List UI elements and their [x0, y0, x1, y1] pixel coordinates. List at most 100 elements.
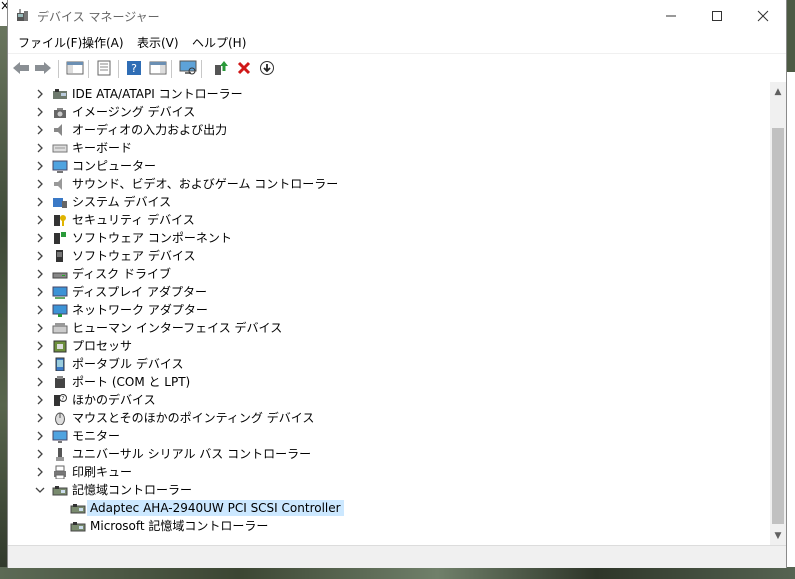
chevron-right-icon[interactable] — [34, 213, 46, 227]
tree-category[interactable]: IDE ATA/ATAPI コントローラー — [8, 85, 770, 103]
tree-category[interactable]: ポータブル デバイス — [8, 355, 770, 373]
tree-category[interactable]: ポート (COM と LPT) — [8, 373, 770, 391]
uninstall-device-icon[interactable] — [234, 58, 254, 78]
tree-category[interactable]: ? ほかのデバイス — [8, 391, 770, 409]
desktop-background-right — [786, 72, 795, 567]
monitor-icon — [52, 429, 68, 443]
menu-action[interactable]: 操作(A) — [82, 34, 124, 51]
tree-category[interactable]: ヒューマン インターフェイス デバイス — [8, 319, 770, 337]
action-pane-icon[interactable] — [148, 58, 168, 78]
chevron-right-icon[interactable] — [34, 159, 46, 173]
properties-icon[interactable] — [94, 58, 114, 78]
toolbar: ? — [8, 53, 786, 83]
chevron-right-icon[interactable] — [34, 105, 46, 119]
tree-item-label: セキュリティ デバイス — [72, 213, 195, 227]
chevron-right-icon[interactable] — [34, 375, 46, 389]
storage-controller-icon — [70, 501, 86, 515]
tree-category[interactable]: ソフトウェア コンポーネント — [8, 229, 770, 247]
chevron-right-icon[interactable] — [34, 231, 46, 245]
tree-item-label: キーボード — [72, 141, 133, 155]
tree-category[interactable]: ディスク ドライブ — [8, 265, 770, 283]
desktop-background-bottom — [0, 567, 795, 579]
scroll-up-icon[interactable]: ▲ — [770, 84, 786, 100]
printer-icon — [52, 465, 68, 480]
chevron-right-icon[interactable] — [34, 447, 46, 461]
menu-file[interactable]: ファイル(F) — [18, 34, 82, 51]
chevron-right-icon[interactable] — [34, 393, 46, 407]
processor-icon — [52, 339, 68, 353]
tree-item-label: イメージング デバイス — [72, 105, 196, 119]
tree-category[interactable]: マウスとそのほかのポインティング デバイス — [8, 409, 770, 427]
tree-item-label: モニター — [72, 429, 121, 443]
vertical-scrollbar[interactable]: ▲ ▼ — [770, 82, 786, 545]
download-driver-icon[interactable] — [257, 58, 277, 78]
tree-category[interactable]: プロセッサ — [8, 337, 770, 355]
port-icon — [52, 375, 68, 389]
chevron-right-icon[interactable] — [34, 267, 46, 281]
device-tree[interactable]: IDE ATA/ATAPI コントローラーイメージング デバイスオーディオの入力… — [8, 82, 770, 545]
tree-item-label: ディスク ドライブ — [72, 267, 171, 281]
chevron-right-icon[interactable] — [34, 321, 46, 335]
tree-item-label: Microsoft 記憶域コントローラー — [90, 519, 269, 533]
chevron-right-icon[interactable] — [34, 429, 46, 443]
minimize-button[interactable] — [648, 0, 694, 31]
computer-icon — [52, 159, 68, 173]
back-arrow-icon[interactable] — [11, 58, 31, 78]
tree-category[interactable]: モニター — [8, 427, 770, 445]
tree-item-label: ポート (COM と LPT) — [72, 375, 191, 389]
menu-bar: ファイル(F) 操作(A) 表示(V) ヘルプ(H) — [8, 31, 786, 53]
system-device-icon — [52, 195, 68, 209]
tree-category[interactable]: ソフトウェア デバイス — [8, 247, 770, 265]
tree-category[interactable]: ユニバーサル シリアル バス コントローラー — [8, 445, 770, 463]
toolbar-separator — [88, 60, 89, 78]
tree-category[interactable]: サウンド、ビデオ、およびゲーム コントローラー — [8, 175, 770, 193]
chevron-right-icon[interactable] — [34, 465, 46, 479]
chevron-down-icon[interactable] — [34, 483, 46, 497]
forward-arrow-icon[interactable] — [33, 58, 53, 78]
scrollbar-thumb[interactable] — [772, 128, 784, 524]
chevron-right-icon[interactable] — [34, 195, 46, 209]
tree-category[interactable]: セキュリティ デバイス — [8, 211, 770, 229]
tree-category[interactable]: ディスプレイ アダプター — [8, 283, 770, 301]
tree-device[interactable]: Microsoft 記憶域コントローラー — [8, 517, 770, 535]
storage-controller-icon — [52, 483, 68, 497]
speaker-icon — [52, 123, 68, 137]
chevron-right-icon[interactable] — [34, 285, 46, 299]
help-icon[interactable]: ? — [124, 58, 144, 78]
hid-icon — [52, 321, 68, 335]
tree-item-label: ソフトウェア デバイス — [72, 249, 196, 263]
maximize-button[interactable] — [694, 0, 740, 31]
tree-item-label: ユニバーサル シリアル バス コントローラー — [72, 447, 312, 461]
chevron-right-icon[interactable] — [34, 141, 46, 155]
chevron-right-icon[interactable] — [34, 123, 46, 137]
show-hide-console-tree-icon[interactable] — [65, 58, 85, 78]
tree-category[interactable]: イメージング デバイス — [8, 103, 770, 121]
scan-hardware-icon[interactable] — [178, 58, 198, 78]
chevron-right-icon[interactable] — [34, 87, 46, 101]
update-driver-icon[interactable] — [211, 58, 231, 78]
chevron-right-icon[interactable] — [34, 303, 46, 317]
tree-device[interactable]: Adaptec AHA-2940UW PCI SCSI Controller — [8, 499, 770, 517]
tree-item-label: ディスプレイ アダプター — [72, 285, 207, 299]
tree-category[interactable]: キーボード — [8, 139, 770, 157]
tree-category[interactable]: 印刷キュー — [8, 463, 770, 481]
tree-category[interactable]: ネットワーク アダプター — [8, 301, 770, 319]
title-bar[interactable]: デバイス マネージャー — [8, 0, 786, 31]
chevron-right-icon[interactable] — [34, 249, 46, 263]
usb-icon — [52, 447, 68, 461]
tree-category[interactable]: オーディオの入力および出力 — [8, 121, 770, 139]
chevron-right-icon[interactable] — [34, 357, 46, 371]
tree-item-label: ネットワーク アダプター — [72, 303, 208, 317]
chevron-right-icon[interactable] — [34, 177, 46, 191]
tree-category[interactable]: コンピューター — [8, 157, 770, 175]
scroll-down-icon[interactable]: ▼ — [770, 528, 786, 544]
chevron-right-icon[interactable] — [34, 411, 46, 425]
menu-view[interactable]: 表示(V) — [137, 34, 179, 51]
chevron-right-icon[interactable] — [34, 339, 46, 353]
sound-icon — [52, 177, 68, 191]
tree-category[interactable]: システム デバイス — [8, 193, 770, 211]
tree-category[interactable]: 記憶域コントローラー — [8, 481, 770, 499]
close-button[interactable] — [740, 0, 786, 31]
menu-help[interactable]: ヘルプ(H) — [192, 34, 246, 51]
software-device-icon — [52, 249, 68, 263]
